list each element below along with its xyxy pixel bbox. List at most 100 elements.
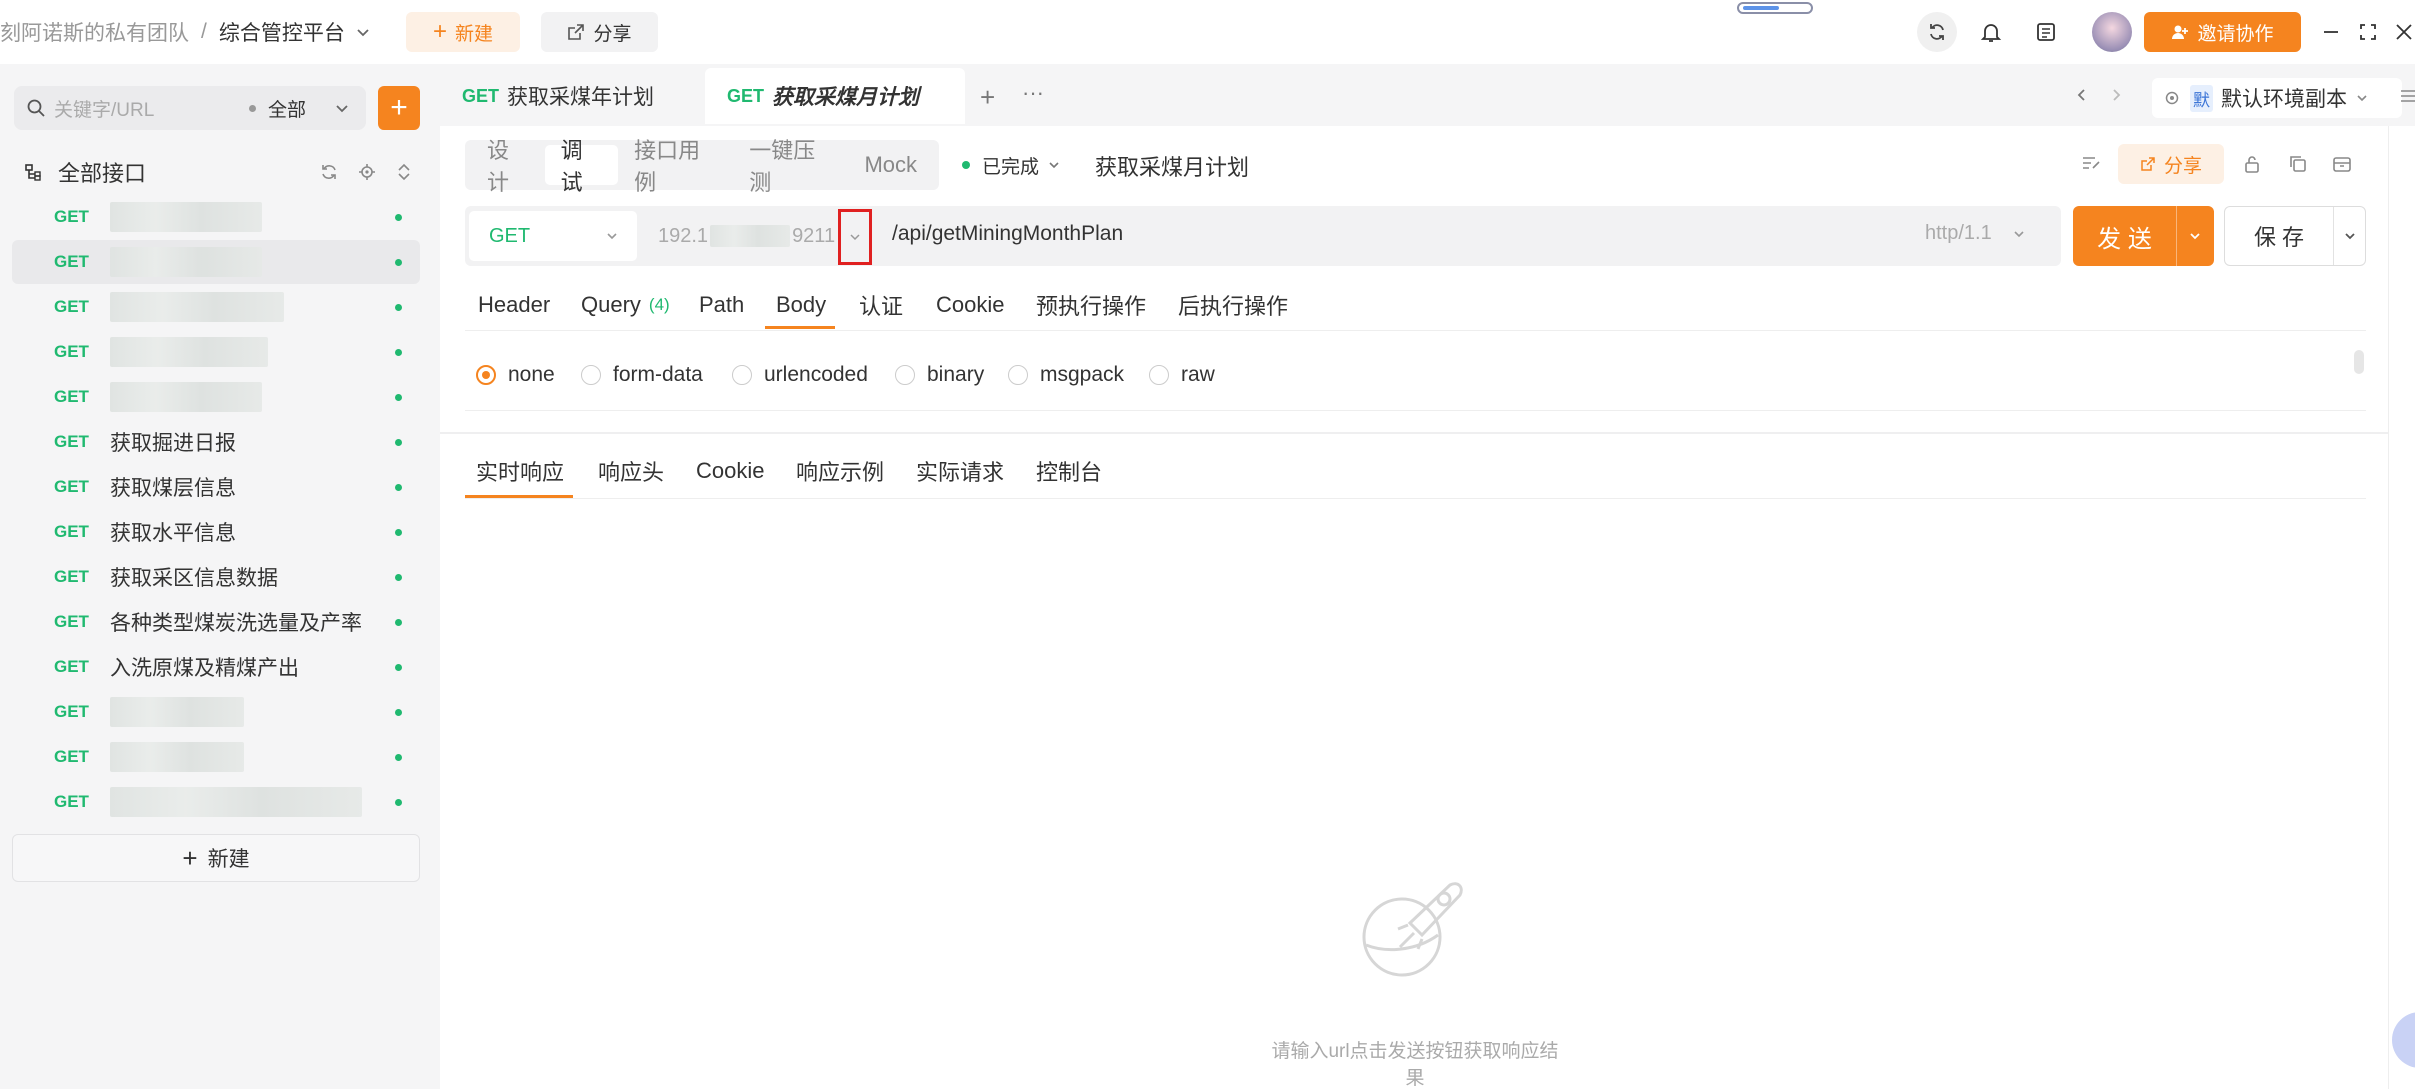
chevron-left-icon[interactable] [2076,88,2088,102]
document-icon[interactable] [2035,21,2057,43]
status-dot [395,394,402,401]
close-icon[interactable] [2390,18,2415,46]
project-name[interactable]: 综合管控平台 [219,17,345,47]
pane-splitter[interactable] [440,432,2415,434]
api-item[interactable]: GET 获取煤层信息 [12,465,420,509]
api-item[interactable]: GET [12,735,420,779]
add-tab-icon[interactable]: + [980,82,995,113]
tab-cookie[interactable]: Cookie [936,280,1004,330]
tab-response-headers[interactable]: 响应头 [598,446,664,496]
tab-response-example[interactable]: 响应示例 [796,446,884,496]
more-tabs-icon[interactable]: ··· [1022,80,1044,106]
new-button[interactable]: + 新建 [406,12,520,52]
radio-binary[interactable]: binary [895,360,984,390]
locate-icon[interactable] [358,163,376,181]
maximize-icon[interactable] [2354,18,2382,46]
tab-header[interactable]: Header [478,280,550,330]
format-icon[interactable] [2081,154,2101,172]
add-api-button[interactable]: + [378,86,420,130]
menu-icon[interactable] [2400,88,2415,104]
tab-auth[interactable]: 认证 [859,280,903,330]
api-item[interactable]: GET [12,285,420,329]
status-dot [395,529,402,536]
mode-debug[interactable]: 调试 [544,138,619,195]
title-bar: 刻阿诺斯的私有团队 / 综合管控平台 + 新建 分享 邀请协作 [0,0,2415,64]
base-url-dropdown-button[interactable] [838,209,872,265]
share-button[interactable]: 分享 [541,12,658,52]
path-input[interactable]: /api/getMiningMonthPlan [892,222,1123,246]
query-count: (4) [648,295,670,314]
redacted-name [110,742,244,772]
tab-live-response[interactable]: 实时响应 [476,446,564,496]
api-item[interactable]: GET [12,375,420,419]
environment-select[interactable]: 默 默认环境副本 [2152,78,2402,118]
archive-icon[interactable] [2332,154,2352,174]
api-item[interactable]: GET [12,330,420,374]
chevron-down-icon[interactable] [2188,230,2202,242]
chevron-down-icon[interactable] [2343,230,2357,242]
api-item[interactable]: GET [12,780,420,824]
send-button[interactable]: 发 送 [2073,206,2214,266]
toolbar-share-button[interactable]: 分享 [2118,144,2224,184]
env-badge: 默 [2190,84,2213,112]
tab-response-cookie[interactable]: Cookie [696,446,764,496]
copy-icon[interactable] [2288,154,2308,174]
refresh-icon[interactable] [320,163,338,181]
tab-path[interactable]: Path [699,280,744,330]
api-item[interactable]: GET [12,690,420,734]
mode-cases[interactable]: 接口用例 [618,138,733,195]
tab-actual-request[interactable]: 实际请求 [916,446,1004,496]
all-apis-title: 全部接口 [58,161,147,186]
radio-urlencoded[interactable]: urlencoded [732,360,868,390]
tab-pre-script[interactable]: 预执行操作 [1036,280,1146,330]
mode-stress[interactable]: 一键压测 [733,138,848,195]
bell-icon[interactable] [1980,21,2002,43]
redacted-name [110,697,244,727]
radio-form-data[interactable]: form-data [581,360,703,390]
redacted-name [110,382,262,412]
filter-select[interactable]: 全部 [248,95,366,122]
method-select[interactable]: GET [469,211,637,261]
tab-post-script[interactable]: 后执行操作 [1178,280,1288,330]
team-name[interactable]: 刻阿诺斯的私有团队 [0,17,189,47]
drag-handle[interactable] [1737,2,1813,14]
api-item[interactable]: GET [12,195,420,239]
api-title[interactable]: 获取采煤月计划 [1095,150,1249,182]
expand-collapse-icon[interactable] [396,163,412,181]
radio-msgpack[interactable]: msgpack [1008,360,1124,390]
api-item-selected[interactable]: GET [12,240,420,284]
chevron-down-icon[interactable] [355,24,371,40]
tab-month-plan[interactable]: GET 获取采煤月计划 [705,68,965,124]
api-item[interactable]: GET 获取掘进日报 [12,420,420,464]
protocol-select[interactable]: http/1.1 [1925,222,2026,245]
sidebar-new-button[interactable]: + 新建 [12,834,420,882]
api-item[interactable]: GET 获取采区信息数据 [12,555,420,599]
search-input[interactable]: 关键字/URL 全部 [14,86,366,130]
mode-design[interactable]: 设计 [471,138,545,195]
invite-button[interactable]: 邀请协作 [2144,12,2301,52]
api-item[interactable]: GET 获取水平信息 [12,510,420,554]
status-select[interactable]: 已完成 [962,150,1061,180]
avatar[interactable] [2092,12,2132,52]
minimize-icon[interactable] [2317,18,2345,46]
lock-icon[interactable] [2243,154,2261,174]
api-item[interactable]: GET 入洗原煤及精煤产出 [12,645,420,689]
user-plus-icon [2171,23,2189,41]
scrollbar[interactable] [2354,350,2364,374]
tab-console[interactable]: 控制台 [1036,446,1102,496]
chevron-right-icon[interactable] [2110,88,2122,102]
base-url[interactable]: 192.1 9211 [658,221,835,251]
redacted-name [110,292,284,322]
tab-query[interactable]: Query (4) [581,280,670,330]
chevron-down-icon [2012,227,2026,241]
sync-icon[interactable] [1917,12,1957,52]
api-item[interactable]: GET 各种类型煤炭洗选量及产率 [12,600,420,644]
mode-mock[interactable]: Mock [848,145,933,185]
status-dot [395,259,402,266]
radio-raw[interactable]: raw [1149,360,1215,390]
save-button[interactable]: 保 存 [2224,206,2366,266]
tab-body[interactable]: Body [776,280,826,330]
redacted-name [110,787,362,817]
radio-none[interactable]: none [476,360,555,390]
tab-year-plan[interactable]: GET 获取采煤年计划 [440,68,703,124]
